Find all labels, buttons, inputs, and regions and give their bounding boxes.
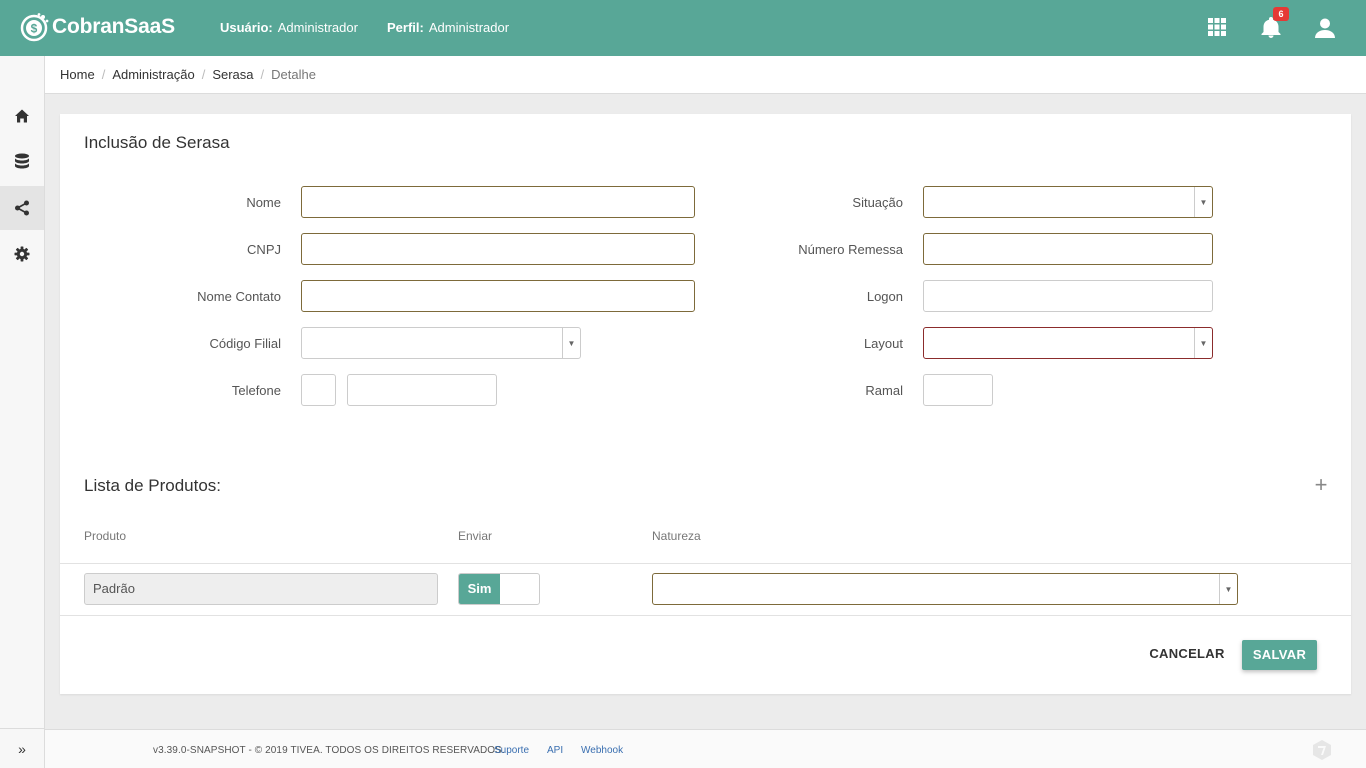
cnpj-label: CNPJ	[247, 242, 281, 257]
sidebar-item-share[interactable]	[0, 186, 44, 230]
breadcrumb-serasa[interactable]: Serasa	[212, 67, 253, 82]
ramal-label: Ramal	[865, 383, 903, 398]
breadcrumb-separator: /	[201, 67, 206, 82]
table-divider	[60, 563, 1351, 564]
logon-input[interactable]	[923, 280, 1213, 312]
app-logo[interactable]: $ CobranSaaS	[19, 12, 175, 42]
table-divider	[60, 615, 1351, 616]
user-label: Usuário:	[220, 20, 273, 35]
breadcrumb-separator: /	[101, 67, 106, 82]
top-bar: $ CobranSaaS Usuário: Administrador Perfi…	[0, 0, 1366, 56]
nome-contato-input[interactable]	[301, 280, 695, 312]
sidebar: »	[0, 56, 45, 768]
breadcrumb-current: Detalhe	[271, 67, 316, 82]
form-panel: Inclusão de Serasa Nome CNPJ Nome Contat…	[60, 114, 1351, 694]
logo-icon: $	[19, 12, 49, 42]
logon-label: Logon	[866, 289, 903, 304]
telefone-number-input[interactable]	[347, 374, 497, 406]
cancel-button[interactable]: CANCELAR	[1146, 641, 1228, 667]
codigo-filial-label: Código Filial	[209, 336, 281, 351]
chevron-down-icon: ▼	[1194, 328, 1212, 358]
profile-value: Administrador	[428, 20, 510, 35]
home-icon	[15, 109, 29, 123]
footer-link-suporte[interactable]: Suporte	[494, 745, 529, 756]
telefone-ddd-input[interactable]	[301, 374, 336, 406]
database-icon	[15, 153, 29, 169]
apps-grid-icon[interactable]	[1206, 16, 1230, 40]
add-produto-icon[interactable]: +	[1312, 474, 1330, 496]
sidebar-expand-button[interactable]: »	[0, 728, 44, 768]
share-icon	[15, 200, 29, 216]
enviar-toggle[interactable]: Sim	[458, 573, 540, 605]
layout-select[interactable]: ▼	[923, 327, 1213, 359]
svg-text:$: $	[31, 22, 38, 36]
chevron-down-icon: ▼	[562, 328, 580, 358]
profile-info: Perfil: Administrador	[387, 20, 509, 35]
column-header-enviar: Enviar	[458, 529, 493, 543]
ramal-input[interactable]	[923, 374, 993, 406]
chevron-down-icon: ▼	[1219, 574, 1237, 604]
footer-link-api[interactable]: API	[547, 745, 563, 756]
numero-remessa-label: Número Remessa	[798, 242, 903, 257]
telefone-label: Telefone	[231, 383, 281, 398]
sidebar-item-database[interactable]	[0, 140, 44, 184]
sidebar-item-home[interactable]	[0, 94, 44, 138]
enviar-toggle-on: Sim	[459, 574, 500, 604]
layout-label: Layout	[863, 336, 903, 351]
user-value: Administrador	[277, 20, 358, 35]
breadcrumb-separator: /	[260, 67, 265, 82]
footer-link-webhook[interactable]: Webhook	[581, 745, 623, 756]
notification-badge: 6	[1273, 7, 1289, 21]
numero-remessa-input[interactable]	[923, 233, 1213, 265]
codigo-filial-select[interactable]: ▼	[301, 327, 581, 359]
nome-label: Nome	[246, 195, 281, 210]
copyright-text: v3.39.0-SNAPSHOT - © 2019 TIVEA. TODOS O…	[153, 745, 505, 756]
save-button[interactable]: SALVAR	[1242, 640, 1317, 670]
profile-label: Perfil:	[387, 20, 424, 35]
natureza-select[interactable]: ▼	[652, 573, 1238, 605]
column-header-produto: Produto	[84, 529, 127, 543]
situacao-label: Situação	[852, 195, 903, 210]
produto-field: Padrão	[84, 573, 438, 605]
app-name: CobranSaaS	[52, 15, 175, 38]
breadcrumb-administracao[interactable]: Administração	[112, 67, 194, 82]
footer: v3.39.0-SNAPSHOT - © 2019 TIVEA. TODOS O…	[45, 729, 1366, 768]
user-info: Usuário: Administrador	[220, 20, 358, 35]
column-header-natureza: Natureza	[652, 529, 701, 543]
page-title: Inclusão de Serasa	[84, 133, 230, 152]
tivea-logo-icon	[1312, 739, 1332, 761]
breadcrumb-home[interactable]: Home	[60, 67, 95, 82]
user-icon[interactable]	[1313, 16, 1337, 40]
sidebar-item-settings[interactable]	[0, 232, 44, 276]
situacao-select[interactable]: ▼	[923, 186, 1213, 218]
produtos-section-title: Lista de Produtos:	[84, 476, 222, 495]
nome-contato-label: Nome Contato	[197, 289, 281, 304]
cnpj-input[interactable]	[301, 233, 695, 265]
chevron-down-icon: ▼	[1194, 187, 1212, 217]
gear-icon	[14, 246, 30, 262]
breadcrumb: Home / Administração / Serasa / Detalhe	[45, 56, 1366, 94]
nome-input[interactable]	[301, 186, 695, 218]
